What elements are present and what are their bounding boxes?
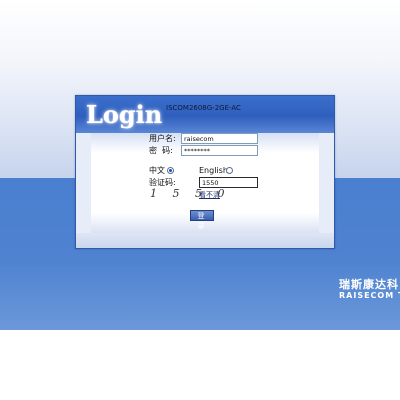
brand-name-cn: 瑞斯康达科 (339, 278, 399, 291)
login-button[interactable]: 登 录 (190, 210, 214, 230)
lang-english-radio[interactable] (226, 167, 233, 174)
brand-name-en: RAISECOM T (339, 291, 400, 300)
background-bottom (0, 330, 400, 400)
login-header: Login ISCOM2608G-2GE-AC (76, 96, 334, 133)
lang-chinese-radio[interactable] (167, 167, 174, 174)
captcha-refresh-link[interactable]: 看不清 (199, 190, 220, 200)
password-input[interactable] (181, 145, 258, 156)
lang-chinese-label: 中文 (149, 166, 165, 175)
password-label: 密 码: (149, 146, 173, 155)
username-input[interactable] (181, 133, 258, 144)
lang-english-label: English (199, 166, 228, 175)
login-footer (76, 233, 334, 248)
device-model: ISCOM2608G-2GE-AC (166, 104, 241, 112)
username-label: 用户名: (149, 134, 176, 143)
login-title: Login (86, 100, 163, 129)
